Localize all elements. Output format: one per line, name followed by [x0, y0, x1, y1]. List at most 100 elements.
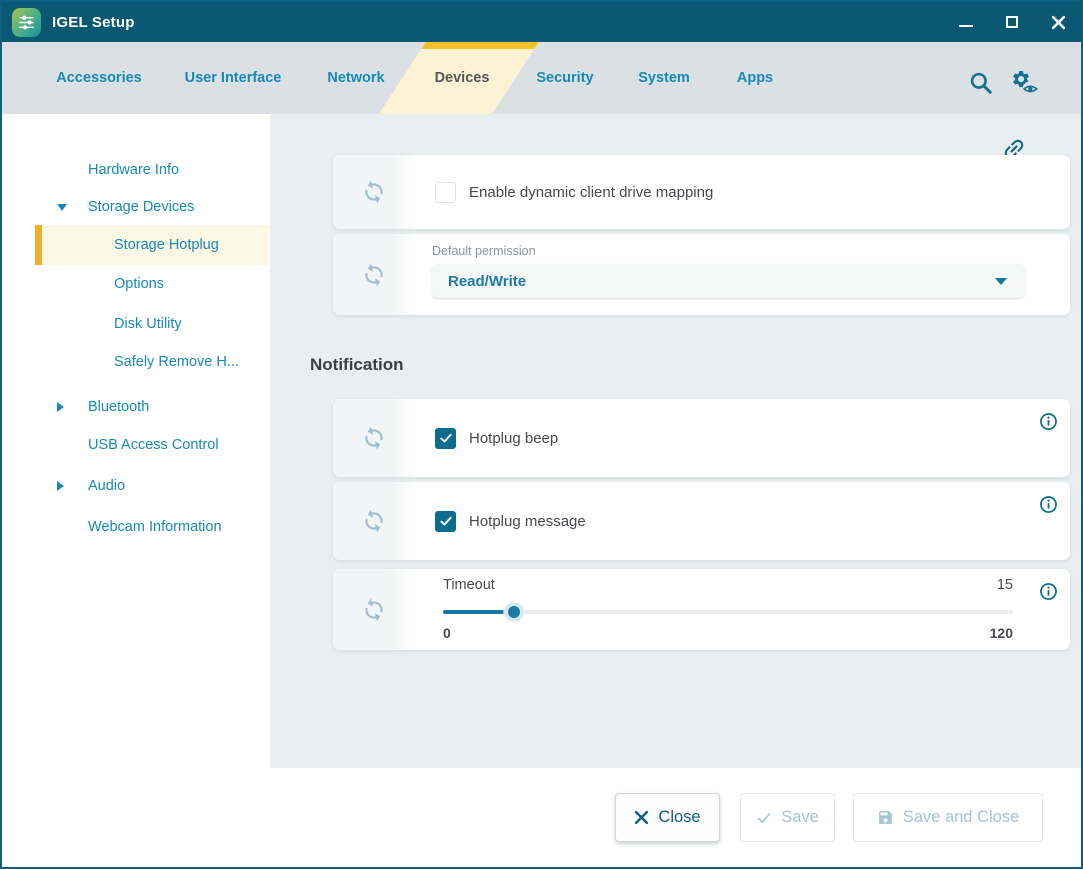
close-button[interactable]: Close [615, 793, 720, 842]
sidebar-item-label: Bluetooth [88, 399, 149, 415]
sidebar-item-audio[interactable]: Audio [2, 466, 270, 506]
expanded-triangle-icon[interactable] [57, 204, 67, 211]
tab-security[interactable]: Security [536, 42, 593, 114]
save-floppy-icon [877, 809, 894, 826]
settings-panel: Enable dynamic client drive mapping Defa… [270, 114, 1081, 768]
sidebar-item-label: Hardware Info [88, 162, 179, 178]
reset-parameter-icon [358, 505, 390, 537]
sidebar-item-safely-remove[interactable]: Safely Remove H... [2, 342, 270, 382]
reset-strip[interactable] [333, 155, 415, 229]
card-body: Timeout 15 0 120 [415, 569, 1070, 650]
chevron-down-icon [995, 278, 1007, 285]
sidebar-item-usb-access-control[interactable]: USB Access Control [2, 425, 270, 465]
timeout-label: Timeout [443, 577, 495, 593]
tab-bar: Accessories User Interface Network Devic… [2, 42, 1081, 114]
timeout-slider-thumb[interactable] [504, 602, 524, 622]
info-icon [1038, 494, 1059, 515]
profile-settings-button[interactable] [1010, 68, 1040, 98]
hotplug-beep-card: Hotplug beep [333, 399, 1070, 477]
sidebar-item-label: Audio [88, 478, 125, 494]
card-body: Enable dynamic client drive mapping [415, 155, 1070, 229]
maximize-icon [1006, 16, 1018, 28]
collapsed-triangle-icon[interactable] [57, 481, 64, 491]
content-area: Hardware Info Storage Devices Storage Ho… [2, 114, 1081, 768]
reset-strip[interactable] [333, 234, 415, 315]
hotplug-beep-info-button[interactable] [1038, 411, 1059, 432]
card-body: Hotplug message [415, 482, 1070, 560]
search-button[interactable] [966, 68, 996, 98]
hotplug-message-info-button[interactable] [1038, 494, 1059, 515]
timeout-card: Timeout 15 0 120 [333, 569, 1070, 650]
maximize-button[interactable] [989, 2, 1035, 42]
tab-devices[interactable]: Devices [435, 42, 490, 114]
minimize-button[interactable] [943, 2, 989, 42]
sidebar-item-options[interactable]: Options [2, 264, 270, 304]
reset-parameter-icon [358, 176, 390, 208]
sidebar-item-webcam-information[interactable]: Webcam Information [2, 507, 270, 547]
app-logo-icon [12, 8, 41, 37]
info-icon [1038, 411, 1059, 432]
checkmark-icon [439, 431, 453, 445]
reset-parameter-icon [358, 594, 390, 626]
timeout-slider-track[interactable] [443, 610, 1013, 614]
card-body: Hotplug beep [415, 399, 1070, 477]
tab-network[interactable]: Network [327, 42, 384, 114]
window-title: IGEL Setup [52, 14, 135, 31]
sidebar-item-hardware-info[interactable]: Hardware Info [2, 150, 270, 190]
igel-setup-window: IGEL Setup Accessories User Interface Ne… [0, 0, 1083, 869]
tab-user-interface[interactable]: User Interface [185, 42, 282, 114]
sidebar-item-label: Storage Hotplug [114, 237, 219, 253]
reset-parameter-icon [358, 422, 390, 454]
timeout-value: 15 [997, 577, 1013, 593]
hotplug-message-card: Hotplug message [333, 482, 1070, 560]
reset-parameter-icon [358, 259, 390, 291]
info-icon [1038, 581, 1059, 602]
window-controls [943, 2, 1081, 42]
sidebar-item-storage-hotplug[interactable]: Storage Hotplug [35, 225, 269, 265]
gear-eye-icon [1011, 69, 1039, 97]
titlebar: IGEL Setup [2, 2, 1081, 42]
dynamic-mapping-label: Enable dynamic client drive mapping [469, 184, 713, 201]
hotplug-beep-checkbox[interactable] [435, 428, 456, 449]
hotplug-message-checkbox[interactable] [435, 511, 456, 532]
minimize-icon [959, 25, 973, 28]
default-permission-label: Default permission [432, 244, 536, 258]
footer-bar: Close Save Save and Close [2, 768, 1081, 867]
sidebar-navigation: Hardware Info Storage Devices Storage Ho… [2, 114, 270, 768]
tab-accessories[interactable]: Accessories [56, 42, 141, 114]
close-button-label: Close [658, 808, 700, 827]
sidebar-item-disk-utility[interactable]: Disk Utility [2, 304, 270, 344]
timeout-max-label: 120 [990, 625, 1013, 641]
hotplug-message-label: Hotplug message [469, 513, 586, 530]
reset-strip[interactable] [333, 482, 415, 560]
dropdown-selected-value: Read/Write [448, 273, 526, 290]
hotplug-beep-label: Hotplug beep [469, 430, 558, 447]
tab-system[interactable]: System [638, 42, 690, 114]
reset-strip[interactable] [333, 569, 415, 650]
dynamic-mapping-checkbox[interactable] [435, 182, 456, 203]
search-icon [968, 70, 994, 96]
save-and-close-button[interactable]: Save and Close [853, 793, 1043, 842]
sidebar-item-label: Webcam Information [88, 519, 222, 535]
reset-strip[interactable] [333, 399, 415, 477]
save-and-close-button-label: Save and Close [903, 808, 1020, 827]
sidebar-item-bluetooth[interactable]: Bluetooth [2, 387, 270, 427]
sidebar-item-storage-devices[interactable]: Storage Devices [2, 187, 270, 227]
timeout-info-button[interactable] [1038, 581, 1059, 602]
notification-section-heading: Notification [310, 355, 404, 375]
sidebar-item-label: USB Access Control [88, 437, 219, 453]
default-permission-dropdown[interactable]: Read/Write [432, 264, 1025, 298]
close-window-button[interactable] [1035, 2, 1081, 42]
tab-apps[interactable]: Apps [737, 42, 773, 114]
card-body: Default permission Read/Write [415, 234, 1070, 315]
sidebar-item-label: Storage Devices [88, 199, 194, 215]
sidebar-item-label: Safely Remove H... [114, 354, 239, 370]
default-permission-card: Default permission Read/Write [333, 234, 1070, 315]
save-button[interactable]: Save [740, 793, 835, 842]
sidebar-item-label: Disk Utility [114, 316, 182, 332]
close-icon [1051, 15, 1066, 30]
collapsed-triangle-icon[interactable] [57, 402, 64, 412]
save-button-label: Save [781, 808, 819, 827]
checkmark-icon [756, 810, 772, 826]
timeout-slider-area: Timeout 15 0 120 [443, 569, 1013, 650]
